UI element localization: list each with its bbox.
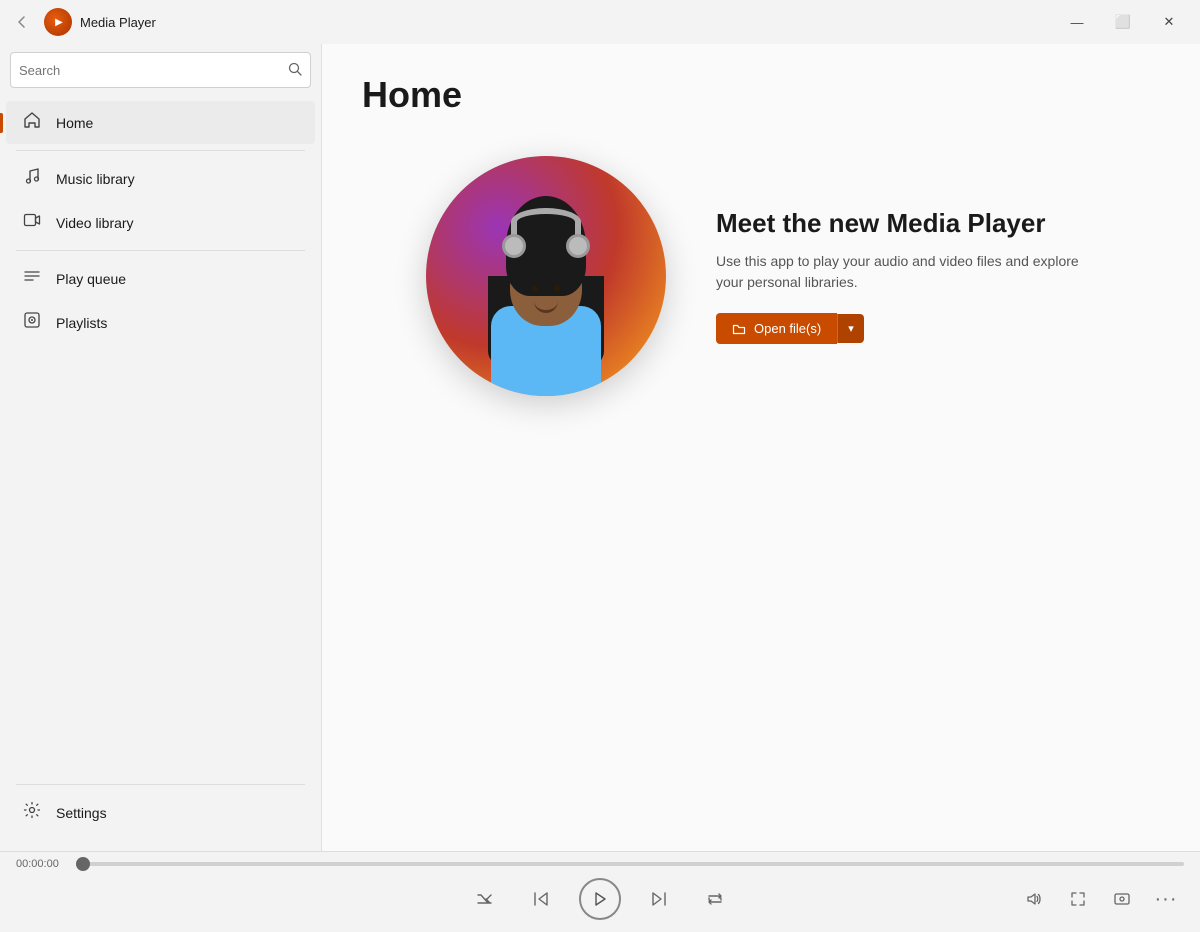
video-icon [22, 211, 42, 234]
search-input[interactable] [19, 63, 288, 78]
queue-icon [22, 267, 42, 290]
cast-button[interactable] [1104, 881, 1140, 917]
nav-section: Home Music library [0, 96, 321, 770]
search-box[interactable] [10, 52, 311, 88]
next-button[interactable] [641, 881, 677, 917]
sidebar-item-home[interactable]: Home [6, 101, 315, 144]
progress-track[interactable] [76, 862, 1184, 866]
sidebar-item-video-library[interactable]: Video library [6, 201, 315, 244]
nav-divider-2 [16, 250, 305, 251]
title-bar: Media Player — ⬜ ✕ [0, 0, 1200, 44]
headphone-left-ear [502, 234, 526, 258]
player-bar: 00:00:00 [0, 851, 1200, 932]
dropdown-arrow-icon: ▾ [848, 323, 854, 335]
shuffle-button[interactable] [467, 881, 503, 917]
hero-image [426, 156, 666, 396]
app-title: Media Player [80, 15, 156, 30]
headphone-band [511, 208, 581, 236]
maximize-button[interactable]: ⬜ [1100, 6, 1146, 38]
nav-divider-1 [16, 150, 305, 151]
back-button[interactable] [8, 8, 36, 36]
sidebar-item-playlists[interactable]: Playlists [6, 301, 315, 344]
search-icon [288, 62, 302, 79]
fullscreen-button[interactable] [1060, 881, 1096, 917]
app-icon [44, 8, 72, 36]
controls-right: ··· [1016, 881, 1184, 917]
music-icon [22, 167, 42, 190]
hero-text: Meet the new Media Player Use this app t… [716, 208, 1096, 344]
character-illustration [466, 196, 626, 396]
play-button[interactable] [579, 878, 621, 920]
volume-button[interactable] [1016, 881, 1052, 917]
settings-icon [22, 801, 42, 824]
progress-row: 00:00:00 [0, 852, 1200, 870]
open-files-dropdown[interactable]: ▾ [837, 314, 864, 343]
playlists-icon [22, 311, 42, 334]
home-icon [22, 111, 42, 134]
sidebar-item-queue-label: Play queue [56, 271, 126, 287]
progress-thumb[interactable] [76, 857, 90, 871]
controls-row: ··· [0, 870, 1200, 932]
char-headphones [502, 208, 590, 258]
sidebar-item-playlists-label: Playlists [56, 315, 107, 331]
sidebar-item-home-label: Home [56, 115, 93, 131]
more-options-button[interactable]: ··· [1148, 881, 1184, 917]
headphone-right-ear [566, 234, 590, 258]
sidebar-item-music-label: Music library [56, 171, 135, 187]
previous-button[interactable] [523, 881, 559, 917]
app-body: Home Music library [0, 44, 1200, 851]
nav-divider-3 [16, 784, 305, 785]
minimize-button[interactable]: — [1054, 6, 1100, 38]
repeat-button[interactable] [697, 881, 733, 917]
current-time: 00:00:00 [16, 858, 68, 870]
close-button[interactable]: ✕ [1146, 6, 1192, 38]
sidebar-item-play-queue[interactable]: Play queue [6, 257, 315, 300]
hero-heading: Meet the new Media Player [716, 208, 1096, 239]
sidebar-bottom: Settings [0, 770, 321, 851]
sidebar-item-video-label: Video library [56, 215, 134, 231]
page-content: Home [322, 44, 1200, 851]
open-files-label: Open file(s) [754, 321, 821, 336]
open-files-button-group: Open file(s) ▾ [716, 313, 1096, 344]
hero-section: Meet the new Media Player Use this app t… [362, 156, 1160, 396]
hero-description: Use this app to play your audio and vide… [716, 251, 1096, 293]
window-controls: — ⬜ ✕ [1054, 6, 1192, 38]
open-files-button[interactable]: Open file(s) [716, 313, 837, 344]
sidebar-item-music-library[interactable]: Music library [6, 157, 315, 200]
sidebar-item-settings[interactable]: Settings [6, 791, 315, 834]
char-eye-left [532, 285, 538, 292]
char-eye-right [554, 285, 560, 292]
sidebar-item-settings-label: Settings [56, 805, 107, 821]
main-content: Home [322, 44, 1200, 851]
sidebar: Home Music library [0, 44, 322, 851]
page-title: Home [362, 74, 1160, 116]
